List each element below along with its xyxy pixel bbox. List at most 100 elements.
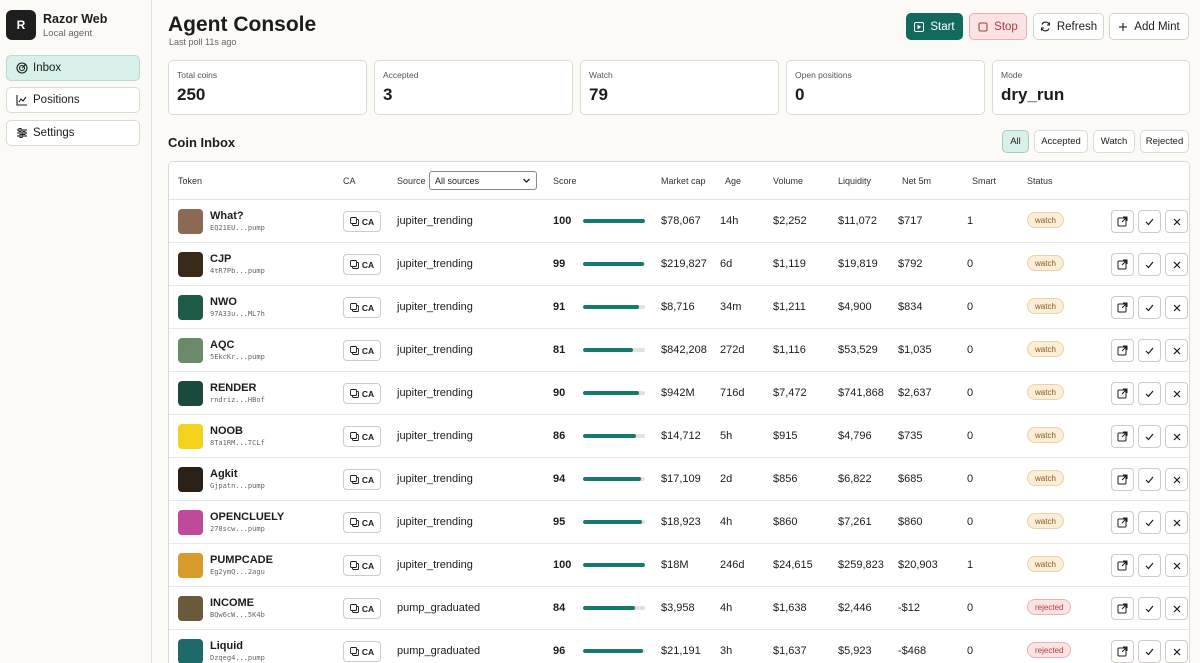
copy-ca-button[interactable]: CA [343, 426, 381, 447]
source-filter-select[interactable]: All sources [429, 171, 537, 190]
open-link-button[interactable] [1111, 296, 1134, 319]
open-link-button[interactable] [1111, 468, 1134, 491]
reject-button[interactable] [1165, 554, 1188, 577]
liquidity-cell: $2,446 [838, 602, 872, 614]
score-bar-fill [583, 219, 645, 223]
open-link-button[interactable] [1111, 554, 1134, 577]
copy-ca-button[interactable]: CA [343, 254, 381, 275]
age-cell: 6d [720, 258, 733, 270]
copy-ca-button[interactable]: CA [343, 297, 381, 318]
filter-all[interactable]: All [1002, 130, 1029, 153]
status-badge: watch [1027, 556, 1064, 572]
liquidity-cell: $19,819 [838, 258, 878, 270]
accept-button[interactable] [1138, 597, 1161, 620]
open-link-button[interactable] [1111, 382, 1134, 405]
score-value: 100 [553, 559, 572, 571]
market-cap-cell: $842,208 [661, 344, 707, 356]
coin-table: Token CA Source All sources Score Market… [168, 161, 1190, 663]
reject-button[interactable] [1165, 382, 1188, 405]
table-row: INCOME BQw6cW...5K4b CA pump_graduated 84 $3,… [169, 587, 1189, 630]
inbox-title: Coin Inbox [168, 135, 236, 150]
score-value: 86 [553, 430, 566, 442]
reject-button[interactable] [1165, 339, 1188, 362]
copy-ca-button[interactable]: CA [343, 383, 381, 404]
filter-accepted[interactable]: Accepted [1034, 130, 1088, 153]
accept-button[interactable] [1138, 210, 1161, 233]
open-link-button[interactable] [1111, 425, 1134, 448]
score-bar [583, 391, 645, 395]
col-source: Source [397, 176, 426, 186]
score-bar-fill [583, 606, 636, 610]
chart-line-icon [16, 94, 28, 106]
external-link-icon [1117, 517, 1128, 528]
reject-button[interactable] [1165, 640, 1188, 663]
copy-icon [349, 647, 359, 656]
open-link-button[interactable] [1111, 640, 1134, 663]
accept-button[interactable] [1138, 468, 1161, 491]
open-link-button[interactable] [1111, 253, 1134, 276]
nav-item-positions[interactable]: Positions [6, 87, 140, 113]
reject-button[interactable] [1165, 296, 1188, 319]
market-cap-cell: $21,191 [661, 645, 701, 657]
copy-ca-button[interactable]: CA [343, 469, 381, 490]
score-bar [583, 434, 645, 438]
token-avatar [178, 209, 203, 234]
table-row: CJP 4tR7Pb...pump CA jupiter_trending 99 $219… [169, 243, 1189, 286]
filter-rejected[interactable]: Rejected [1140, 130, 1189, 153]
volume-cell: $1,211 [773, 301, 806, 313]
accept-button[interactable] [1138, 554, 1161, 577]
copy-ca-button[interactable]: CA [343, 598, 381, 619]
accept-button[interactable] [1138, 382, 1161, 405]
nav-item-inbox[interactable]: Inbox [6, 55, 140, 81]
status-badge: watch [1027, 255, 1064, 271]
last-poll-text: Last poll 11s ago [169, 37, 237, 47]
copy-ca-button[interactable]: CA [343, 512, 381, 533]
reject-button[interactable] [1165, 210, 1188, 233]
reject-button[interactable] [1165, 425, 1188, 448]
smart-cell: 0 [967, 473, 974, 485]
copy-ca-button[interactable]: CA [343, 211, 381, 232]
accept-button[interactable] [1138, 511, 1161, 534]
reject-button[interactable] [1165, 597, 1188, 620]
copy-ca-button[interactable]: CA [343, 641, 381, 662]
accept-button[interactable] [1138, 253, 1161, 276]
net5m-cell: $717 [898, 215, 923, 227]
accept-button[interactable] [1138, 339, 1161, 362]
refresh-button[interactable]: Refresh [1033, 13, 1104, 40]
token-address: BQw6cW...5K4b [210, 611, 265, 619]
filter-watch[interactable]: Watch [1093, 130, 1135, 153]
score-bar [583, 305, 645, 309]
reject-button[interactable] [1165, 511, 1188, 534]
stat-watch: Watch 79 [580, 60, 779, 115]
start-button[interactable]: Start [906, 13, 963, 40]
accept-button[interactable] [1138, 640, 1161, 663]
accept-button[interactable] [1138, 296, 1161, 319]
score-bar [583, 606, 645, 610]
accept-button[interactable] [1138, 425, 1161, 448]
table-row: NWO 97A33u...ML7h CA jupiter_trending 91 $8,7… [169, 286, 1189, 329]
open-link-button[interactable] [1111, 597, 1134, 620]
nav-item-settings[interactable]: Settings [6, 120, 140, 146]
net5m-cell: -$12 [898, 602, 921, 614]
open-link-button[interactable] [1111, 210, 1134, 233]
smart-cell: 0 [967, 645, 974, 657]
add-mint-button[interactable]: Add Mint [1109, 13, 1189, 40]
copy-ca-button[interactable]: CA [343, 555, 381, 576]
age-cell: 246d [720, 559, 745, 571]
age-cell: 34m [720, 301, 742, 313]
reject-button[interactable] [1165, 468, 1188, 491]
copy-ca-button[interactable]: CA [343, 340, 381, 361]
col-ca: CA [343, 176, 356, 186]
stop-button[interactable]: Stop [969, 13, 1027, 40]
close-icon [1172, 604, 1182, 614]
score-bar-fill [583, 348, 634, 352]
external-link-icon [1117, 431, 1128, 442]
table-row: Liquid Dzqeg4...pump CA pump_graduated 96 $21… [169, 630, 1189, 663]
open-link-button[interactable] [1111, 511, 1134, 534]
score-bar [583, 262, 645, 266]
source-cell: jupiter_trending [397, 258, 473, 270]
reject-button[interactable] [1165, 253, 1188, 276]
open-link-button[interactable] [1111, 339, 1134, 362]
copy-icon [349, 346, 359, 355]
external-link-icon [1117, 388, 1128, 399]
